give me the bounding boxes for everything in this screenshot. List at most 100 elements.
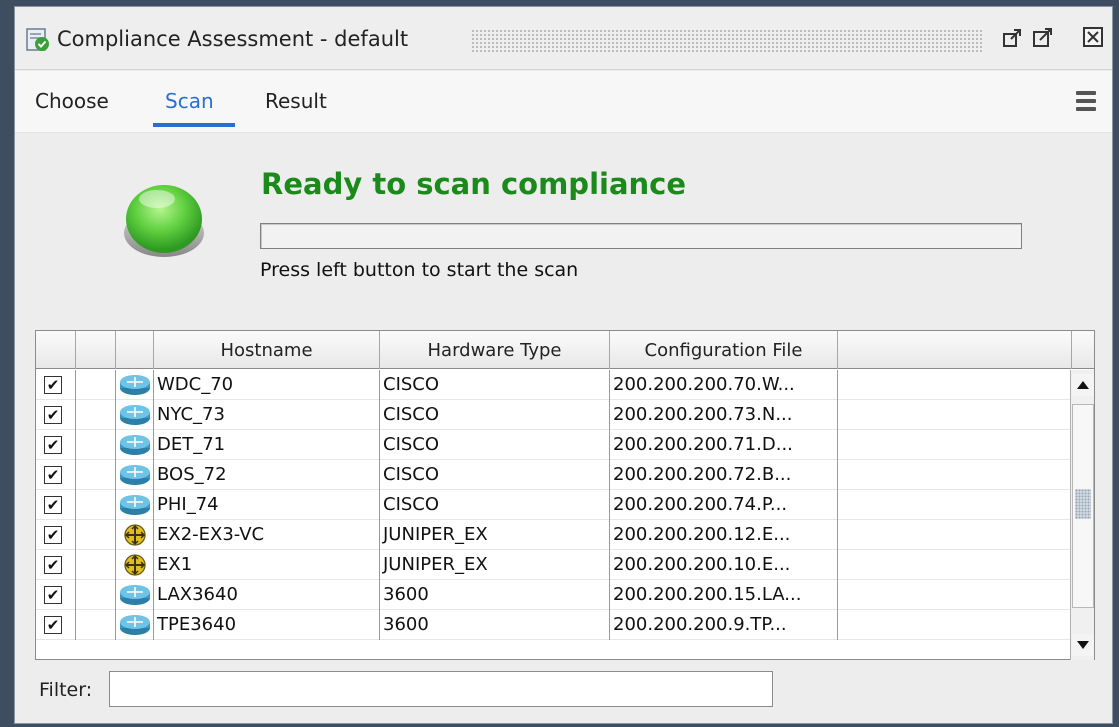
hostname-cell: NYC_73: [154, 400, 380, 430]
column-header-status[interactable]: [76, 331, 116, 369]
router-icon: [118, 584, 152, 606]
hostname-cell: TPE3640: [154, 610, 380, 640]
window-title: Compliance Assessment - default: [57, 27, 409, 51]
check-cell: [36, 370, 76, 400]
row-checkbox[interactable]: [44, 586, 62, 604]
hardware-cell: CISCO: [380, 400, 610, 430]
table-row[interactable]: EX1JUNIPER_EX200.200.200.10.E...: [36, 550, 1072, 580]
table-row[interactable]: WDC_70CISCO200.200.200.70.W...: [36, 370, 1072, 400]
extra-cell: [838, 520, 1072, 550]
title-bar[interactable]: Compliance Assessment - default: [15, 7, 1112, 70]
status-cell: [76, 610, 116, 640]
row-checkbox[interactable]: [44, 496, 62, 514]
vertical-scrollbar[interactable]: [1070, 370, 1094, 660]
extra-cell: [838, 400, 1072, 430]
switch-icon: [118, 554, 152, 576]
column-header-hardware-type[interactable]: Hardware Type: [380, 331, 610, 369]
row-checkbox[interactable]: [44, 556, 62, 574]
icon-cell: [116, 520, 154, 550]
check-cell: [36, 400, 76, 430]
icon-cell: [116, 370, 154, 400]
hamburger-menu-icon[interactable]: [1076, 91, 1096, 113]
table-row[interactable]: BOS_72CISCO200.200.200.72.B...: [36, 460, 1072, 490]
restore-icon: [1003, 29, 1021, 47]
extra-cell: [838, 370, 1072, 400]
status-cell: [76, 520, 116, 550]
scroll-up-button[interactable]: [1072, 374, 1094, 396]
router-icon: [118, 404, 152, 426]
extra-cell: [838, 430, 1072, 460]
restore-button[interactable]: [1001, 25, 1025, 49]
table-row[interactable]: TPE36403600200.200.200.9.TP...: [36, 610, 1072, 640]
table-row[interactable]: DET_71CISCO200.200.200.71.D...: [36, 430, 1072, 460]
hardware-cell: 3600: [380, 580, 610, 610]
router-icon: [118, 374, 152, 396]
tab-scan[interactable]: Scan: [165, 89, 214, 113]
device-table: Hostname Hardware Type Configuration Fil…: [35, 330, 1095, 660]
extra-cell: [838, 580, 1072, 610]
tab-choose[interactable]: Choose: [35, 89, 109, 113]
tab-result[interactable]: Result: [265, 89, 327, 113]
icon-cell: [116, 460, 154, 490]
start-scan-button[interactable]: [119, 173, 209, 263]
title-bar-grip[interactable]: [471, 29, 983, 53]
column-header-check[interactable]: [36, 331, 76, 369]
status-cell: [76, 490, 116, 520]
close-button[interactable]: [1081, 25, 1105, 49]
row-checkbox[interactable]: [44, 616, 62, 634]
compliance-window: Compliance Assessment - default Choose S…: [14, 6, 1113, 724]
row-checkbox[interactable]: [44, 436, 62, 454]
active-tab-indicator: [153, 123, 235, 127]
scrollbar-thumb[interactable]: [1072, 404, 1094, 608]
table-row[interactable]: EX2-EX3-VCJUNIPER_EX200.200.200.12.E...: [36, 520, 1072, 550]
check-cell: [36, 610, 76, 640]
status-cell: [76, 580, 116, 610]
hardware-cell: CISCO: [380, 460, 610, 490]
table-row[interactable]: NYC_73CISCO200.200.200.73.N...: [36, 400, 1072, 430]
row-checkbox[interactable]: [44, 406, 62, 424]
config-cell: 200.200.200.70.W...: [610, 370, 838, 400]
row-checkbox[interactable]: [44, 526, 62, 544]
config-cell: 200.200.200.74.P...: [610, 490, 838, 520]
scan-progress-bar: [260, 223, 1022, 249]
hardware-cell: CISCO: [380, 430, 610, 460]
column-header-extra[interactable]: [838, 331, 1072, 369]
config-cell: 200.200.200.73.N...: [610, 400, 838, 430]
row-checkbox[interactable]: [44, 466, 62, 484]
status-cell: [76, 550, 116, 580]
extra-cell: [838, 490, 1072, 520]
compliance-icon: [26, 28, 49, 51]
column-header-configuration-file[interactable]: Configuration File: [610, 331, 838, 369]
filter-input[interactable]: [109, 671, 773, 707]
arrow-down-icon: [1077, 641, 1089, 649]
icon-cell: [116, 490, 154, 520]
check-cell: [36, 550, 76, 580]
tab-bar: Choose Scan Result: [15, 71, 1112, 133]
filter-label: Filter:: [39, 679, 93, 701]
close-icon: [1083, 27, 1103, 47]
hostname-cell: WDC_70: [154, 370, 380, 400]
maximize-button[interactable]: [1031, 25, 1055, 49]
row-checkbox[interactable]: [44, 376, 62, 394]
scroll-down-button[interactable]: [1072, 634, 1094, 656]
switch-icon: [118, 524, 152, 546]
column-header-hostname[interactable]: Hostname: [154, 331, 380, 369]
hostname-cell: DET_71: [154, 430, 380, 460]
maximize-icon: [1033, 28, 1052, 47]
extra-cell: [838, 610, 1072, 640]
hostname-cell: LAX3640: [154, 580, 380, 610]
table-row[interactable]: PHI_74CISCO200.200.200.74.P...: [36, 490, 1072, 520]
check-cell: [36, 490, 76, 520]
check-cell: [36, 430, 76, 460]
table-body: WDC_70CISCO200.200.200.70.W...NYC_73CISC…: [36, 370, 1072, 660]
arrow-up-icon: [1077, 381, 1089, 389]
router-icon: [118, 434, 152, 456]
router-icon: [118, 494, 152, 516]
status-cell: [76, 400, 116, 430]
hardware-cell: 3600: [380, 610, 610, 640]
config-cell: 200.200.200.12.E...: [610, 520, 838, 550]
column-header-icon[interactable]: [116, 331, 154, 369]
check-cell: [36, 520, 76, 550]
config-cell: 200.200.200.15.LA...: [610, 580, 838, 610]
table-row[interactable]: LAX36403600200.200.200.15.LA...: [36, 580, 1072, 610]
